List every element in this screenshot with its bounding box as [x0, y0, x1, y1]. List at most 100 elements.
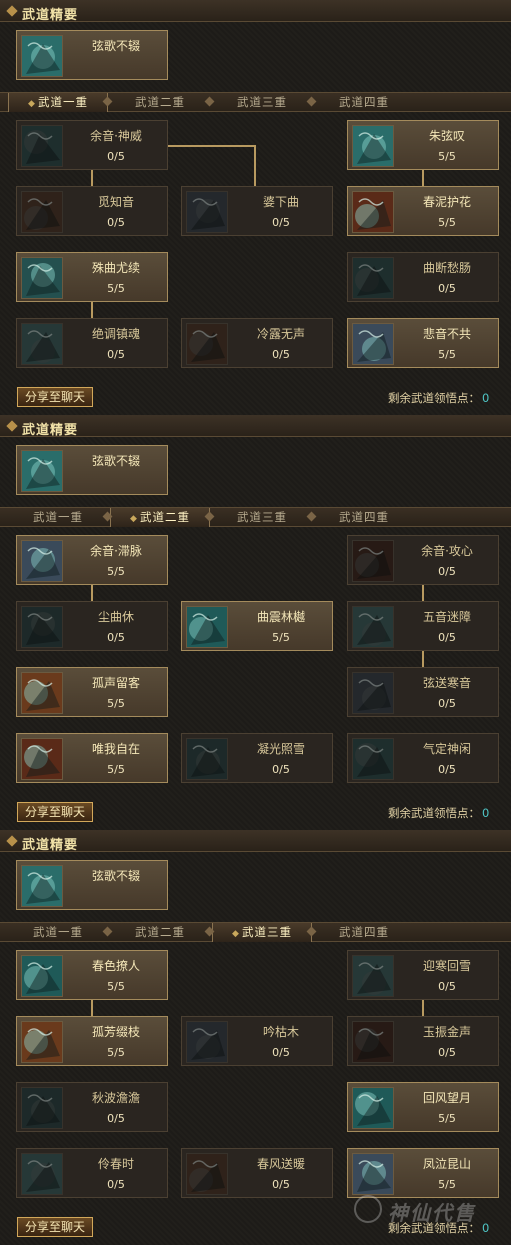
skill-card[interactable]: 觅知音 0/5	[16, 186, 168, 236]
skill-card[interactable]: 春色撩人 5/5	[16, 950, 168, 1000]
skill-card[interactable]: 朱弦叹 5/5	[347, 120, 499, 170]
tab-label: 武道一重	[33, 510, 83, 524]
tab-tier-3[interactable]: 武道三重	[212, 508, 312, 527]
tab-tier-2[interactable]: 武道二重	[110, 93, 210, 112]
skill-name: 曲震林樾	[256, 610, 305, 624]
tab-label: 武道四重	[339, 95, 389, 109]
skill-card[interactable]: 婆下曲 0/5	[181, 186, 333, 236]
skill-level: 0/5	[438, 763, 456, 776]
tab-label: 武道一重	[33, 925, 83, 939]
tab-label: 武道二重	[135, 925, 185, 939]
tab-label: 武道三重	[241, 925, 292, 939]
share-to-chat-button[interactable]: 分享至聊天	[17, 1217, 93, 1237]
tab-label: 武道一重	[37, 95, 88, 109]
skill-connector-line	[91, 302, 93, 318]
tab-tier-1[interactable]: 武道一重	[8, 923, 108, 942]
skill-name: 尘曲休	[97, 610, 134, 624]
skill-card[interactable]: 弦送寒音 0/5	[347, 667, 499, 717]
skill-icon	[186, 738, 228, 780]
tab-tier-1[interactable]: ◆ 武道一重	[8, 93, 108, 112]
skill-icon	[352, 738, 394, 780]
skill-card[interactable]: 回风望月 5/5	[347, 1082, 499, 1132]
skill-name: 绝调镇魂	[91, 327, 140, 341]
skill-connector-line	[254, 145, 256, 186]
skill-name: 春风送暖	[256, 1157, 305, 1171]
tab-tier-2[interactable]: ◆ 武道二重	[110, 508, 210, 527]
skill-icon	[21, 540, 63, 582]
skill-level: 5/5	[107, 763, 125, 776]
skill-icon	[352, 1021, 394, 1063]
skill-card[interactable]: 春泥护花 5/5	[347, 186, 499, 236]
skill-card[interactable]: 余音·滞脉 5/5	[16, 535, 168, 585]
skill-level: 0/5	[107, 1178, 125, 1191]
essence-skill-card[interactable]: 弦歌不辍	[16, 30, 168, 80]
skill-card[interactable]: 春风送暖 0/5	[181, 1148, 333, 1198]
skill-card[interactable]: 绝调镇魂 0/5	[16, 318, 168, 368]
skill-level: 0/5	[438, 980, 456, 993]
martial-panel-2: 武道精要 弦歌不辍 武道一重 ◆ 武道二重 武道三重 武道四重 余音·滞脉 5/5 余音·…	[0, 415, 511, 830]
skill-card[interactable]: 伶春时 0/5	[16, 1148, 168, 1198]
skill-card[interactable]: 曲断愁肠 0/5	[347, 252, 499, 302]
skill-name: 唯我自在	[91, 742, 140, 756]
tab-tier-4[interactable]: 武道四重	[314, 923, 414, 942]
skill-name: 秋波澹澹	[91, 1091, 140, 1105]
skill-card[interactable]: 气定神闲 0/5	[347, 733, 499, 783]
skill-icon	[352, 955, 394, 997]
skill-card[interactable]: 余音·神威 0/5	[16, 120, 168, 170]
skill-level: 0/5	[107, 631, 125, 644]
skill-icon	[21, 125, 63, 167]
header-title: 武道精要	[22, 838, 79, 853]
skill-icon	[352, 125, 394, 167]
skill-name: 迎寒回雪	[422, 959, 471, 973]
skill-icon	[21, 191, 63, 233]
skill-card[interactable]: 殊曲尤续 5/5	[16, 252, 168, 302]
skill-name: 凝光照雪	[256, 742, 305, 756]
essence-skill-card[interactable]: 弦歌不辍	[16, 445, 168, 495]
tab-tier-1[interactable]: 武道一重	[8, 508, 108, 527]
share-to-chat-button[interactable]: 分享至聊天	[17, 802, 93, 822]
skill-card[interactable]: 余音·攻心 0/5	[347, 535, 499, 585]
header-ornament-icon	[6, 5, 18, 17]
skill-icon	[186, 323, 228, 365]
tab-tier-2[interactable]: 武道二重	[110, 923, 210, 942]
skill-card[interactable]: 迎寒回雪 0/5	[347, 950, 499, 1000]
skill-name: 孤声留客	[91, 676, 140, 690]
tab-tier-4[interactable]: 武道四重	[314, 508, 414, 527]
skill-icon	[352, 606, 394, 648]
skill-card[interactable]: 唯我自在 5/5	[16, 733, 168, 783]
skill-level: 5/5	[107, 1046, 125, 1059]
skill-icon	[352, 323, 394, 365]
share-to-chat-button[interactable]: 分享至聊天	[17, 387, 93, 407]
skill-card[interactable]: 吟枯木 0/5	[181, 1016, 333, 1066]
skill-level: 0/5	[438, 697, 456, 710]
skill-card[interactable]: 凤泣昆山 5/5	[347, 1148, 499, 1198]
skill-card[interactable]: 秋波澹澹 0/5	[16, 1082, 168, 1132]
tier-tabs: 武道一重 武道二重 ◆ 武道三重 武道四重	[0, 922, 511, 942]
skill-card[interactable]: 五音迷障 0/5	[347, 601, 499, 651]
skill-level: 5/5	[438, 348, 456, 361]
skill-card[interactable]: 玉振金声 0/5	[347, 1016, 499, 1066]
tab-tier-3[interactable]: 武道三重	[212, 93, 312, 112]
skill-name: 余音·神威	[90, 129, 142, 143]
skill-card[interactable]: 孤芳缀枝 5/5	[16, 1016, 168, 1066]
skill-card[interactable]: 凝光照雪 0/5	[181, 733, 333, 783]
skill-card[interactable]: 冷露无声 0/5	[181, 318, 333, 368]
skill-icon	[352, 191, 394, 233]
skill-card[interactable]: 孤声留客 5/5	[16, 667, 168, 717]
skill-name: 觅知音	[97, 195, 134, 209]
skill-icon	[21, 1087, 63, 1129]
skill-card[interactable]: 曲震林樾 5/5	[181, 601, 333, 651]
skill-connector-line	[91, 585, 93, 601]
essence-skill-card[interactable]: 弦歌不辍	[16, 860, 168, 910]
skill-level: 0/5	[272, 348, 290, 361]
skill-icon	[186, 1021, 228, 1063]
tab-tier-4[interactable]: 武道四重	[314, 93, 414, 112]
tab-label: 武道三重	[237, 95, 287, 109]
martial-panel-1: 武道精要 弦歌不辍 ◆ 武道一重 武道二重 武道三重 武道四重 余音·神威 0/5 朱弦叹…	[0, 0, 511, 415]
skill-icon	[21, 955, 63, 997]
skill-card[interactable]: 悲音不共 5/5	[347, 318, 499, 368]
skill-name: 余音·滞脉	[90, 544, 142, 558]
tab-tier-3[interactable]: ◆ 武道三重	[212, 923, 312, 942]
skill-name: 婆下曲	[262, 195, 299, 209]
skill-card[interactable]: 尘曲休 0/5	[16, 601, 168, 651]
